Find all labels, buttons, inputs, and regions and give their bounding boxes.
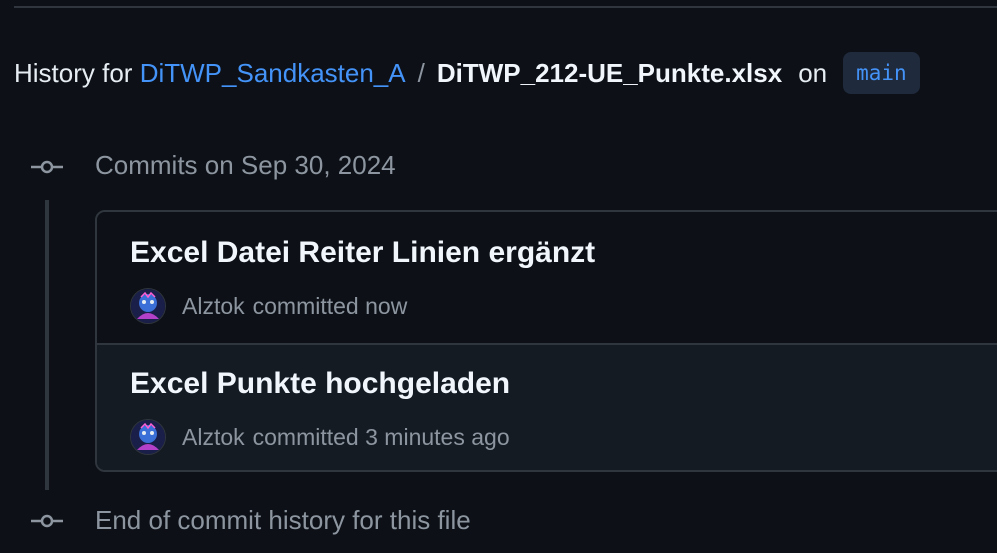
commit-title-link[interactable]: Excel Punkte hochgeladen — [130, 367, 510, 401]
git-commit-icon — [31, 514, 63, 528]
commit-action: committed — [252, 423, 359, 450]
commit-time: 3 minutes ago — [365, 423, 510, 450]
commit-list: Excel Datei Reiter Linien ergänzt Alztok… — [95, 210, 997, 472]
commit-meta: Alztok committed 3 minutes ago — [130, 419, 510, 455]
commit-row: Excel Datei Reiter Linien ergänzt Alztok… — [97, 212, 997, 342]
commit-row: Excel Punkte hochgeladen Alztok committe… — [97, 343, 997, 470]
commit-title-link[interactable]: Excel Datei Reiter Linien ergänzt — [130, 236, 595, 270]
page-title: History for DiTWP_Sandkasten_A / DiTWP_2… — [14, 52, 920, 94]
commit-action: committed — [252, 292, 359, 319]
timeline-line — [45, 200, 49, 490]
title-on: on — [798, 57, 828, 88]
end-of-history-label: End of commit history for this file — [95, 505, 471, 535]
commit-author-link[interactable]: Alztok — [182, 424, 245, 451]
file-name: DiTWP_212-UE_Punkte.xlsx — [436, 57, 783, 88]
repo-link[interactable]: DiTWP_Sandkasten_A — [140, 58, 406, 89]
commit-time: now — [365, 292, 408, 319]
commit-meta: Alztok committed now — [130, 288, 407, 324]
path-separator: / — [417, 57, 425, 88]
branch-badge[interactable]: main — [843, 52, 920, 94]
commit-author-link[interactable]: Alztok — [182, 293, 245, 320]
commit-group-date: Commits on Sep 30, 2024 — [95, 150, 396, 180]
git-commit-icon — [31, 160, 63, 174]
avatar[interactable] — [130, 419, 166, 455]
avatar[interactable] — [130, 288, 166, 324]
title-prefix: History for — [14, 57, 133, 88]
top-divider — [14, 6, 997, 8]
